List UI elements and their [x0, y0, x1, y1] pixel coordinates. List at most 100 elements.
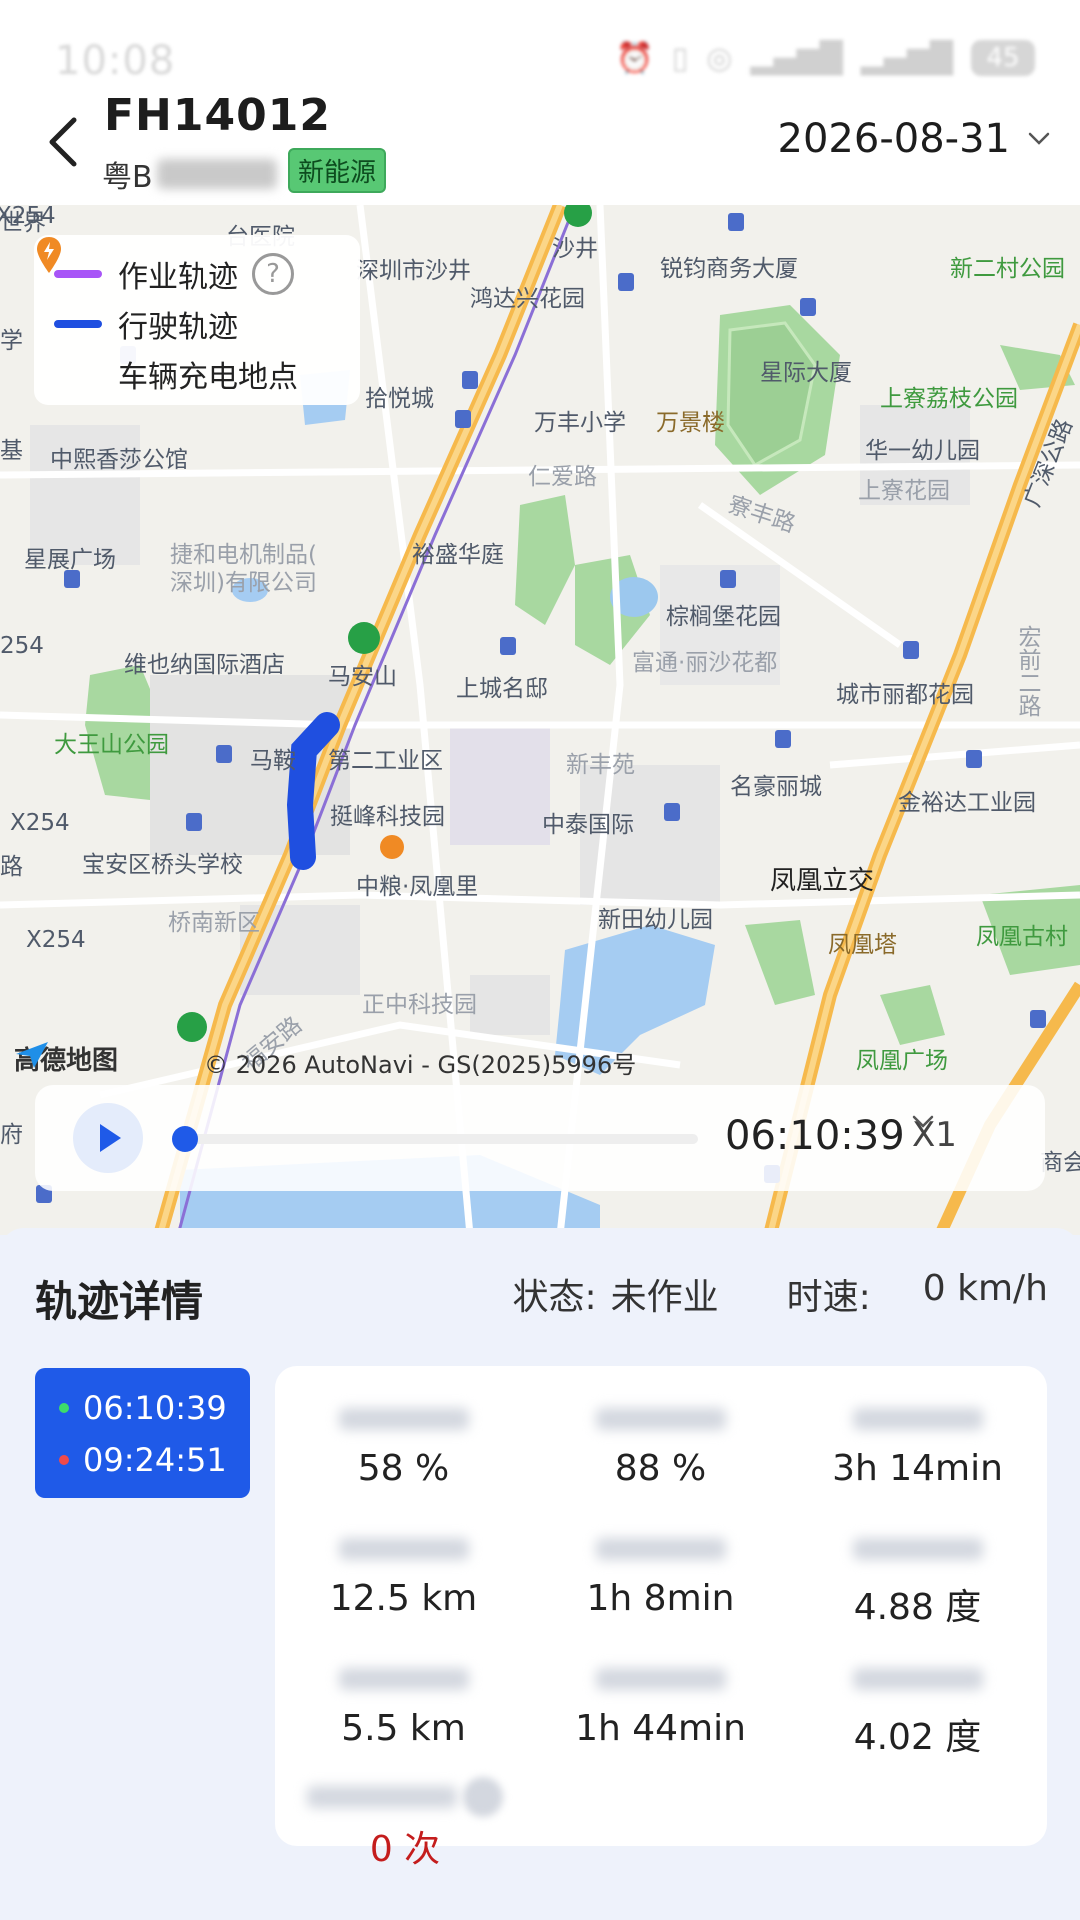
- map-label: X254: [0, 205, 56, 229]
- stat-value: 1h 8min: [586, 1578, 735, 1619]
- panel-title: 轨迹详情: [35, 1277, 204, 1326]
- date-selector[interactable]: 2026-08-31: [778, 116, 1050, 162]
- track-details-panel: 轨迹详情 状态: 未作业 时速: 0 km/h 06:10:39 09:24:5…: [0, 1228, 1080, 1920]
- signal-icon-2: ▂▄▆█: [860, 40, 953, 76]
- map-label: 凤凰广场: [856, 1048, 948, 1074]
- alarm-value: 0 次: [369, 1829, 441, 1870]
- help-icon[interactable]: [463, 1777, 503, 1817]
- alarm-icon: ⏰: [616, 40, 654, 76]
- playback-time: 06:10:39: [725, 1113, 905, 1159]
- map-label: 新田幼儿园: [598, 907, 713, 933]
- map-label: 万丰小学: [534, 410, 626, 436]
- map-view[interactable]: 世界 X254 沙井 锐钧商务大厦 新二村公园 鸿达兴花园 星际大厦 上寮荔枝公…: [0, 205, 1080, 1235]
- map-label: 城市丽都花园: [836, 682, 974, 708]
- map-label: 新丰苑: [566, 752, 635, 778]
- stat-drive-duration: 1h 8min: [532, 1534, 789, 1619]
- end-dot: [59, 1455, 69, 1465]
- signal-icon: ▂▄▆█: [750, 40, 843, 76]
- map-label: 马安山: [328, 664, 397, 690]
- map-label: 宏前二路: [1014, 625, 1040, 717]
- vibrate-icon: ▯: [671, 40, 689, 76]
- map-label: 254: [0, 633, 44, 659]
- stat-work-energy: 4.02 度: [789, 1664, 1046, 1760]
- map-label: 鸿达兴花园: [470, 286, 585, 312]
- progress-track[interactable]: [183, 1134, 698, 1144]
- map-label: 名豪丽城: [730, 774, 822, 800]
- stat-drive-energy: 4.88 度: [789, 1534, 1046, 1630]
- stat-label-redacted: [532, 1664, 789, 1694]
- stat-value: 12.5 km: [329, 1578, 478, 1619]
- alarm-label-redacted: [290, 1777, 520, 1817]
- map-label: 大王山公园: [54, 732, 169, 758]
- end-time-row: 09:24:51: [35, 1434, 250, 1486]
- progress-handle[interactable]: [172, 1126, 198, 1152]
- map-label: X254: [10, 810, 70, 836]
- map-label: 拾悦城: [365, 386, 434, 412]
- map-label: 商会: [1040, 1150, 1080, 1176]
- map-label: 金裕达工业园: [898, 790, 1036, 816]
- stat-start-soc: 58 %: [275, 1404, 532, 1489]
- map-label: 万景楼: [656, 410, 725, 436]
- battery-icon: 45: [971, 40, 1035, 76]
- status-row: 状态: 未作业 时速: 0 km/h: [512, 1268, 1048, 1320]
- stat-label-redacted: [789, 1534, 1046, 1564]
- amap-logo: 高德地图: [14, 1040, 118, 1077]
- map-legend: 作业轨迹 ? 行驶轨迹 车辆充电地点: [34, 235, 360, 405]
- stat-end-soc: 88 %: [532, 1404, 789, 1489]
- stat-label-redacted: [275, 1404, 532, 1434]
- stat-value: 88 %: [614, 1448, 707, 1489]
- stat-value: 4.02 度: [853, 1717, 982, 1758]
- chevron-down-icon: [912, 1115, 934, 1128]
- map-label: 基: [0, 438, 23, 464]
- alarm-count: 0 次: [290, 1777, 520, 1872]
- map-label: 马鞍: [250, 748, 296, 774]
- stat-value: 4.88 度: [853, 1587, 982, 1628]
- time-range-card[interactable]: 06:10:39 09:24:51: [35, 1368, 250, 1498]
- map-label: 中熙香莎公馆: [50, 447, 188, 473]
- play-button[interactable]: [73, 1103, 143, 1173]
- chevron-down-icon: [1028, 132, 1050, 145]
- start-time: 06:10:39: [83, 1389, 227, 1427]
- status-time: 10:08: [55, 38, 176, 84]
- legend-label: 车辆充电地点: [118, 360, 298, 395]
- map-label: 学: [0, 328, 23, 354]
- map-label: 富通·丽沙花都: [632, 650, 778, 676]
- drive-track-swatch: [54, 320, 102, 328]
- map-label: 新二村公园: [950, 256, 1065, 282]
- stats-card: 58 % 88 % 3h 14min 12.5 km 1h 8min 4.88 …: [275, 1366, 1047, 1846]
- back-button[interactable]: [40, 112, 90, 172]
- map-label: 凤凰塔: [828, 932, 897, 958]
- status-value: 未作业: [610, 1277, 719, 1318]
- legend-label: 作业轨迹: [118, 260, 238, 295]
- map-label: 宝安区桥头学校: [82, 852, 243, 878]
- playback-speed-selector[interactable]: X1: [912, 1115, 957, 1155]
- end-time: 09:24:51: [83, 1441, 227, 1479]
- map-label: 华一幼儿园: [865, 438, 980, 464]
- date-value: 2026-08-31: [777, 116, 1010, 162]
- help-icon[interactable]: ?: [252, 253, 294, 295]
- map-label: 第二工业区: [328, 748, 443, 774]
- energy-badge: 新能源: [288, 148, 387, 193]
- stat-label-redacted: [275, 1534, 532, 1564]
- legend-drive-track: 行驶轨迹: [54, 299, 340, 349]
- map-label: 桥南新区: [168, 910, 260, 936]
- stat-work-duration: 1h 44min: [532, 1664, 789, 1749]
- plate-prefix: 粤B: [102, 160, 153, 195]
- stat-value: 1h 44min: [575, 1708, 746, 1749]
- map-label: 凤凰立交: [770, 866, 875, 896]
- plate-redacted: [156, 159, 277, 189]
- stat-label-redacted: [532, 1404, 789, 1434]
- stat-value: 3h 14min: [832, 1448, 1003, 1489]
- page-header: FH14012 粤B 新能源 2026-08-31: [0, 90, 1080, 205]
- map-label: 府: [0, 1122, 23, 1148]
- map-label: 棕榈堡花园: [666, 604, 781, 630]
- stat-value: 58 %: [357, 1448, 450, 1489]
- legend-charging-point: 车辆充电地点: [37, 237, 340, 399]
- stat-label-redacted: [789, 1404, 1046, 1434]
- map-label: 裕盛华庭: [412, 542, 504, 568]
- map-label: 星展广场: [24, 547, 116, 573]
- stat-value: 5.5 km: [341, 1708, 466, 1749]
- map-copyright: © 2026 AutoNavi - GS(2025)5996号: [204, 1051, 637, 1079]
- stat-label-redacted: [275, 1664, 532, 1694]
- map-label: 星际大厦: [760, 360, 852, 386]
